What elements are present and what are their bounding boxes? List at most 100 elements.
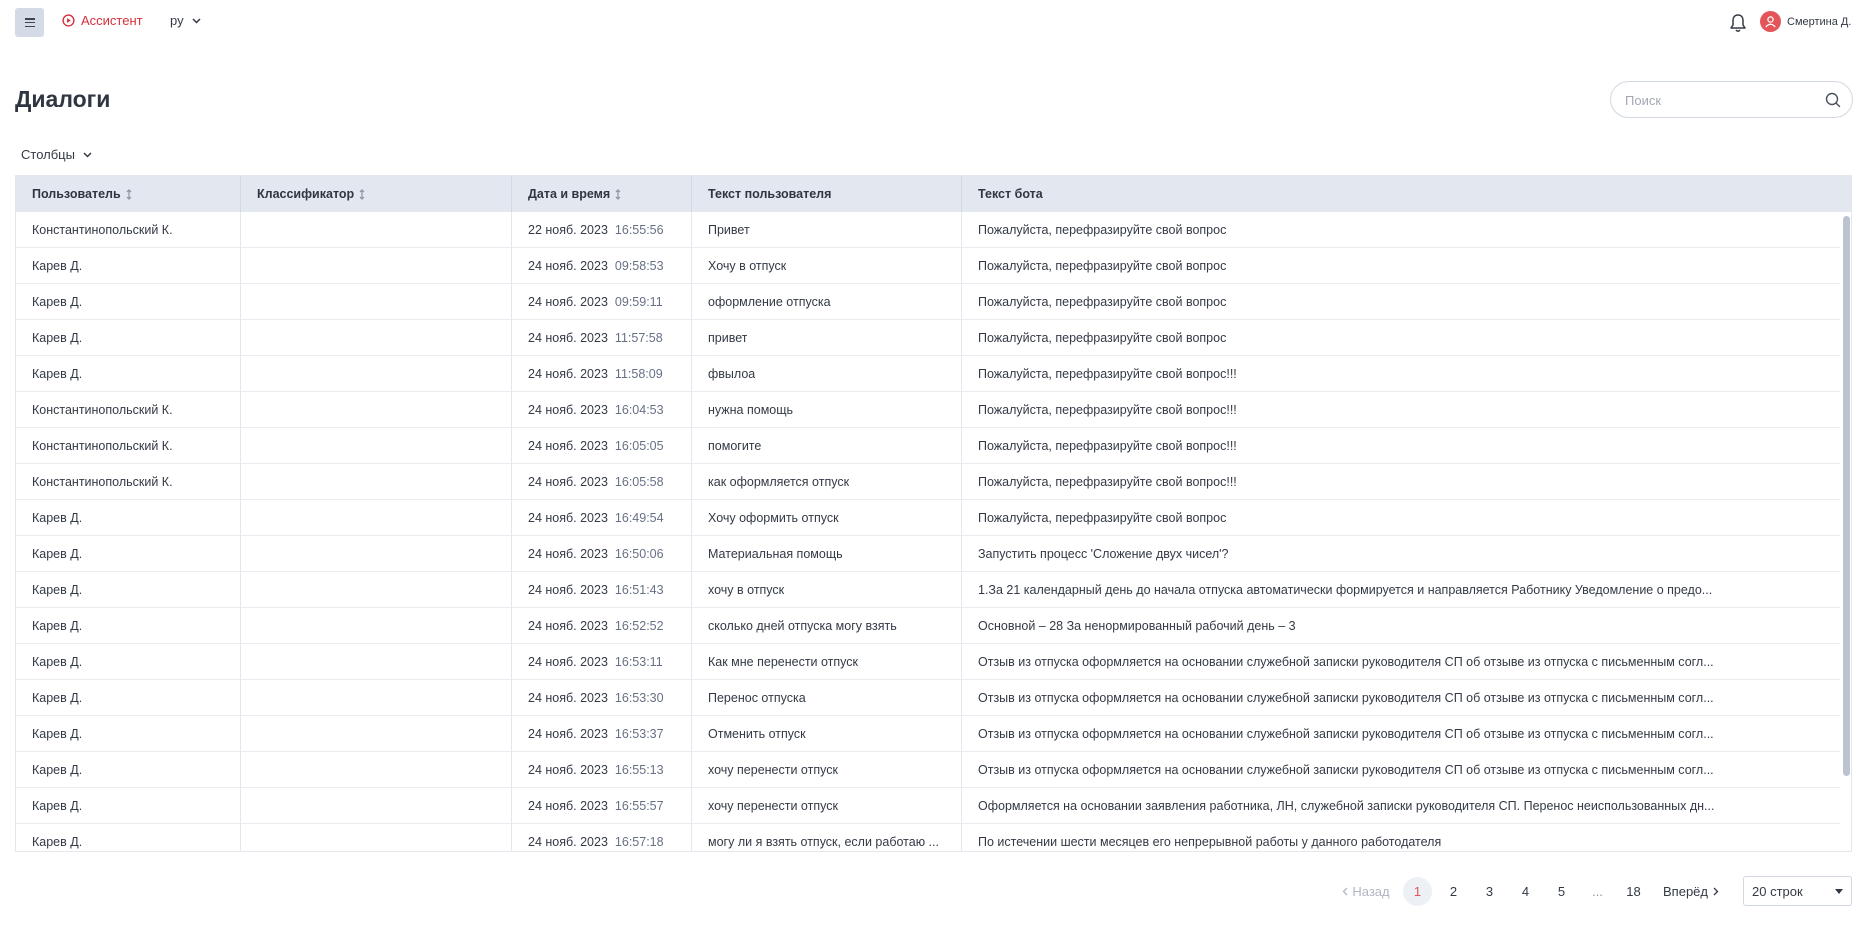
date-value: 24 нояб. 2023 bbox=[528, 691, 608, 705]
time-value: 11:57:58 bbox=[615, 331, 663, 345]
prev-page-button[interactable]: Назад bbox=[1340, 877, 1392, 906]
table-row[interactable]: Карев Д.24 нояб. 202316:53:11Как мне пер… bbox=[16, 644, 1840, 680]
user-value: Карев Д. bbox=[32, 331, 82, 345]
language-select[interactable]: ру bbox=[170, 13, 201, 28]
bot-text-value: Пожалуйста, перефразируйте свой вопрос!!… bbox=[978, 475, 1237, 489]
table-row[interactable]: Карев Д.24 нояб. 202316:49:54Хочу оформи… bbox=[16, 500, 1840, 536]
time-value: 16:05:58 bbox=[615, 475, 664, 489]
table-row[interactable]: Карев Д.24 нояб. 202316:50:06Материальна… bbox=[16, 536, 1840, 572]
table-row[interactable]: Константинопольский К.24 нояб. 202316:04… bbox=[16, 392, 1840, 428]
table-row[interactable]: Карев Д.24 нояб. 202316:52:52сколько дне… bbox=[16, 608, 1840, 644]
cell-datetime: 24 нояб. 202316:05:58 bbox=[512, 464, 692, 500]
cell-user: Константинопольский К. bbox=[16, 392, 241, 428]
cell-user-text: Перенос отпуска bbox=[692, 680, 962, 716]
sort-icon[interactable] bbox=[359, 189, 365, 200]
table-row[interactable]: Карев Д.24 нояб. 202311:57:58приветПожал… bbox=[16, 320, 1840, 356]
header-classifier[interactable]: Классификатор bbox=[241, 176, 512, 212]
page-1-button[interactable]: 1 bbox=[1403, 877, 1432, 906]
user-text-value: Хочу оформить отпуск bbox=[708, 511, 839, 525]
cell-classifier bbox=[241, 248, 512, 284]
table-row[interactable]: Карев Д.24 нояб. 202309:59:11оформление … bbox=[16, 284, 1840, 320]
time-value: 16:52:52 bbox=[615, 619, 664, 633]
page-4-button[interactable]: 4 bbox=[1511, 877, 1540, 906]
table-row[interactable]: Константинопольский К.22 нояб. 202316:55… bbox=[16, 212, 1840, 248]
cell-user: Карев Д. bbox=[16, 644, 241, 680]
user-value: Карев Д. bbox=[32, 295, 82, 309]
rows-per-page-select[interactable]: 20 строк bbox=[1743, 876, 1852, 906]
assistant-logo-icon bbox=[62, 14, 75, 27]
date-value: 24 нояб. 2023 bbox=[528, 439, 608, 453]
table-row[interactable]: Карев Д.24 нояб. 202316:57:18могу ли я в… bbox=[16, 824, 1840, 852]
menu-toggle-button[interactable] bbox=[15, 8, 44, 37]
table-row[interactable]: Карев Д.24 нояб. 202316:55:57хочу перене… bbox=[16, 788, 1840, 824]
cell-user-text: хочу перенести отпуск bbox=[692, 788, 962, 824]
sort-icon[interactable] bbox=[126, 189, 132, 200]
bell-icon[interactable] bbox=[1728, 12, 1748, 34]
table-body: Константинопольский К. 22 нояб. 2023 16:55… bbox=[16, 212, 1840, 852]
sort-icon[interactable] bbox=[615, 189, 621, 200]
user-value: Карев Д. bbox=[32, 259, 82, 273]
header-user[interactable]: Пользователь bbox=[16, 176, 241, 212]
next-label: Вперёд bbox=[1663, 884, 1708, 899]
table-row[interactable]: Карев Д.24 нояб. 202316:55:13хочу перене… bbox=[16, 752, 1840, 788]
cell-bot-text: Пожалуйста, перефразируйте свой вопрос!!… bbox=[962, 392, 1840, 428]
search-input[interactable] bbox=[1625, 91, 1815, 109]
date-value: 24 нояб. 2023 bbox=[528, 619, 608, 633]
table-scrollbar[interactable] bbox=[1843, 216, 1850, 776]
table-row[interactable]: Константинопольский К.24 нояб. 202316:05… bbox=[16, 464, 1840, 500]
cell-user: Карев Д. bbox=[16, 752, 241, 788]
cell-user: Карев Д. bbox=[16, 608, 241, 644]
table-row[interactable]: Карев Д.24 нояб. 202316:53:30Перенос отп… bbox=[16, 680, 1840, 716]
cell-classifier bbox=[241, 392, 512, 428]
cell-classifier bbox=[241, 608, 512, 644]
chevron-right-icon bbox=[1713, 887, 1719, 896]
cell-datetime: 24 нояб. 202316:50:06 bbox=[512, 536, 692, 572]
cell-user-text: Отменить отпуск bbox=[692, 716, 962, 752]
cell-datetime: 24 нояб. 202316:51:43 bbox=[512, 572, 692, 608]
date-value: 24 нояб. 2023 bbox=[528, 295, 608, 309]
page-2-button[interactable]: 2 bbox=[1439, 877, 1468, 906]
cell-user-text: хочу перенести отпуск bbox=[692, 752, 962, 788]
header-user-text: Текст пользователя bbox=[692, 176, 962, 212]
time-value: 16:57:18 bbox=[615, 835, 664, 849]
cell-user-text: оформление отпуска bbox=[692, 284, 962, 320]
chevron-down-icon bbox=[192, 18, 201, 24]
cell-user: Константинопольский К. bbox=[16, 428, 241, 464]
header-label: Текст бота bbox=[978, 187, 1043, 201]
page-18-button[interactable]: 18 bbox=[1619, 877, 1648, 906]
time-value: 16:55:56 bbox=[615, 223, 664, 237]
bot-text-value: Запустить процесс 'Сложение двух чисел'? bbox=[978, 547, 1229, 561]
user-text-value: Отменить отпуск bbox=[708, 727, 806, 741]
brand-link[interactable]: Ассистент bbox=[62, 13, 143, 28]
next-page-button[interactable]: Вперёд bbox=[1660, 877, 1722, 906]
page-5-button[interactable]: 5 bbox=[1547, 877, 1576, 906]
cell-classifier bbox=[241, 716, 512, 752]
cell-bot-text: Пожалуйста, перефразируйте свой вопрос bbox=[962, 248, 1840, 284]
date-value: 22 нояб. 2023 bbox=[528, 223, 608, 237]
dialogs-table: Пользователь Классификатор Дата и время … bbox=[15, 175, 1852, 852]
columns-button[interactable]: Столбцы bbox=[21, 147, 92, 162]
user-text-value: привет bbox=[708, 331, 747, 345]
user-menu[interactable]: Смертина Д. bbox=[1760, 11, 1851, 32]
user-text-value: Перенос отпуска bbox=[708, 691, 806, 705]
table-row[interactable]: Карев Д.24 нояб. 202309:58:53Хочу в отпу… bbox=[16, 248, 1840, 284]
bot-text-value: Пожалуйста, перефразируйте свой вопрос bbox=[978, 295, 1226, 309]
user-value: Карев Д. bbox=[32, 691, 82, 705]
table-row[interactable]: Карев Д.24 нояб. 202311:58:09фвылоаПожал… bbox=[16, 356, 1840, 392]
bot-text-value: Пожалуйста, перефразируйте свой вопрос!!… bbox=[978, 439, 1237, 453]
bot-text-value: Пожалуйста, перефразируйте свой вопрос bbox=[978, 259, 1226, 273]
search-icon[interactable] bbox=[1825, 92, 1841, 108]
table-header: Пользователь Классификатор Дата и время … bbox=[16, 176, 1852, 212]
date-value: 24 нояб. 2023 bbox=[528, 655, 608, 669]
user-name: Смертина Д. bbox=[1787, 16, 1851, 28]
user-text-value: могу ли я взять отпуск, если работаю ... bbox=[708, 835, 939, 849]
page-3-button[interactable]: 3 bbox=[1475, 877, 1504, 906]
chevron-left-icon bbox=[1342, 887, 1348, 896]
table-row[interactable]: Карев Д.24 нояб. 202316:53:37Отменить от… bbox=[16, 716, 1840, 752]
table-row[interactable]: Константинопольский К.24 нояб. 202316:05… bbox=[16, 428, 1840, 464]
cell-classifier bbox=[241, 572, 512, 608]
time-value: 16:53:37 bbox=[615, 727, 664, 741]
header-datetime[interactable]: Дата и время bbox=[512, 176, 692, 212]
time-value: 11:58:09 bbox=[615, 367, 663, 381]
table-row[interactable]: Карев Д.24 нояб. 202316:51:43хочу в отпу… bbox=[16, 572, 1840, 608]
